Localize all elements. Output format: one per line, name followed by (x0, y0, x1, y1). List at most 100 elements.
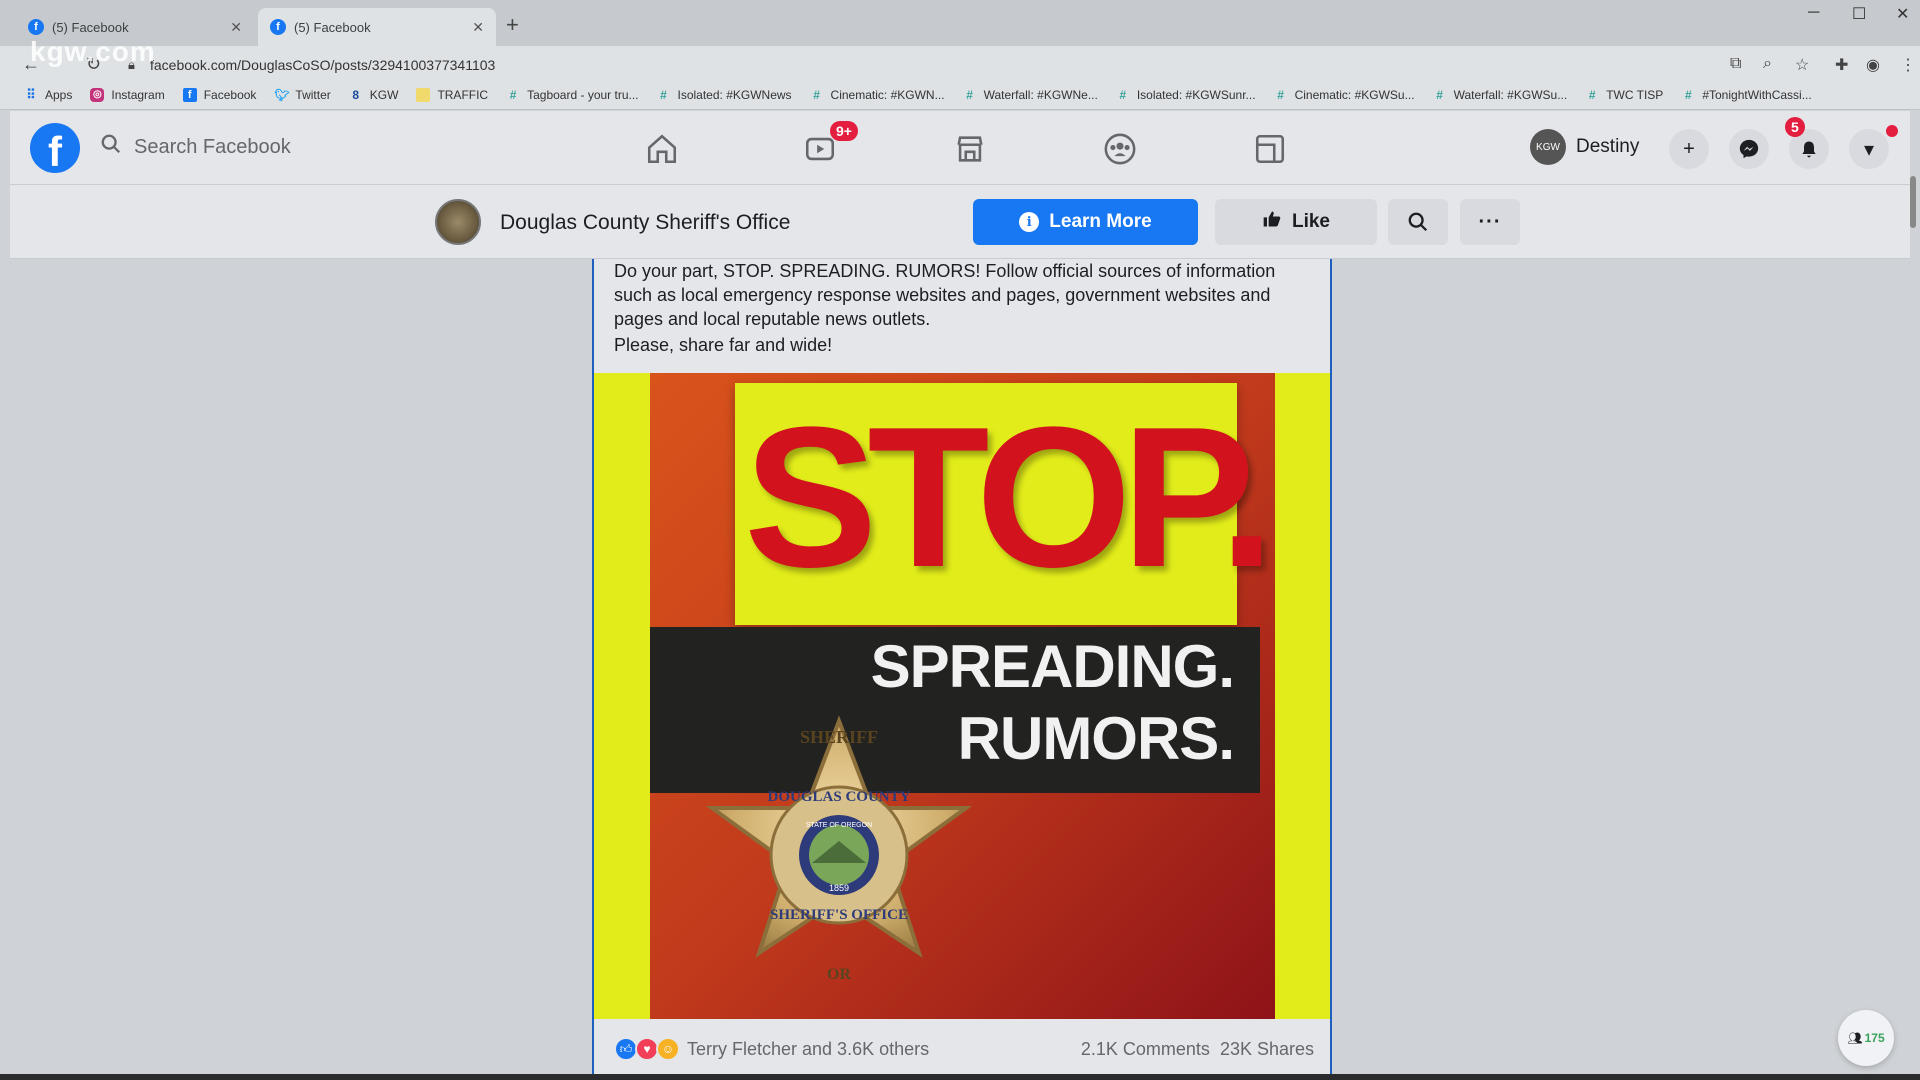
hashtag-icon: # (660, 87, 667, 102)
bookmark-item[interactable]: # #TonightWithCassi... (1681, 87, 1812, 102)
browser-toolbar: ← ↻ 🔒︎ facebook.com/DouglasCoSO/posts/32… (0, 46, 1920, 84)
create-icon[interactable]: + (1669, 129, 1709, 169)
search-input[interactable]: Search Facebook (100, 133, 291, 161)
marketplace-icon[interactable] (950, 131, 990, 167)
bookmark-item[interactable]: # Isolated: #KGWSunr... (1116, 87, 1256, 102)
minimize-icon[interactable]: ─ (1808, 4, 1819, 22)
badge-top-text: SHERIFF (800, 727, 878, 747)
bookmark-item[interactable]: # Cinematic: #KGWSu... (1274, 87, 1415, 102)
bookmark-label: Waterfall: #KGWNe... (983, 87, 1098, 102)
badge-year-text: 1859 (829, 883, 849, 893)
account-icon[interactable]: ◉ (1866, 55, 1880, 75)
bookmark-twitter[interactable]: 🐦︎ Twitter (274, 88, 330, 102)
search-icon (100, 133, 122, 161)
bookmark-label: Tagboard - your tru... (527, 87, 639, 102)
post-card: Do your part, STOP. SPREADING. RUMORS! F… (592, 259, 1332, 1074)
contacts-chat-button[interactable]: 👥︎ 175 (1838, 1010, 1894, 1066)
thumbs-up-icon (1262, 209, 1282, 235)
badge-ring-text: DOUGLAS COUNTY (768, 789, 911, 805)
extensions-icon[interactable]: ✚ (1835, 55, 1848, 75)
page-bar: Douglas County Sheriff's Office i Learn … (10, 185, 1910, 259)
open-external-icon[interactable]: ⧉ (1730, 55, 1741, 73)
badge-inner-text: STATE OF OREGON (806, 822, 872, 829)
facebook-favicon-icon: f (28, 19, 44, 35)
profile-name: Destiny (1576, 136, 1640, 157)
bottom-edge (0, 1074, 1920, 1080)
bookmark-item[interactable]: # Waterfall: #KGWSu... (1433, 87, 1568, 102)
reactions-summary[interactable]: 👍︎ ♥ ☺ (614, 1037, 680, 1061)
comments-count[interactable]: 2.1K Comments (1081, 1039, 1210, 1060)
hashtag-icon: # (1119, 87, 1127, 102)
badge-bottom-text: SHERIFF'S OFFICE (770, 907, 908, 923)
hashtag-icon: # (1436, 87, 1443, 102)
bookmark-label: Facebook (203, 87, 257, 102)
bookmark-label: #TonightWithCassi... (1702, 87, 1812, 102)
profile-button[interactable]: KGW Destiny (1530, 129, 1639, 165)
info-icon: i (1019, 212, 1040, 232)
bookmark-instagram[interactable]: ◎ Instagram (90, 87, 165, 102)
hashtag-icon: # (1684, 87, 1692, 102)
apps-icon: ⠿ (26, 86, 36, 102)
people-icon: 👥︎ (1847, 1031, 1863, 1045)
search-icon (1408, 212, 1428, 232)
home-icon[interactable] (642, 131, 682, 167)
folder-icon (416, 87, 431, 102)
page-name[interactable]: Douglas County Sheriff's Office (500, 211, 790, 235)
hashtag-icon: # (813, 87, 820, 102)
tab-title: (5) Facebook (52, 19, 129, 35)
learn-more-button[interactable]: i Learn More (973, 199, 1198, 245)
avatar: KGW (1530, 129, 1566, 165)
bookmark-label: Twitter (295, 87, 331, 102)
bookmark-label: Isolated: #KGWSunr... (1136, 87, 1256, 102)
more-options-button[interactable]: ··· (1460, 199, 1520, 245)
bookmark-facebook[interactable]: f Facebook (182, 87, 257, 102)
bookmark-star-icon[interactable]: ☆ (1795, 55, 1809, 75)
like-label: Like (1291, 211, 1331, 232)
post-footer: 👍︎ ♥ ☺ Terry Fletcher and 3.6K others 2.… (614, 1029, 1314, 1069)
close-tab-icon[interactable]: ✕ (472, 19, 484, 36)
post-text: Do your part, STOP. SPREADING. RUMORS! F… (614, 261, 1276, 329)
bookmark-item[interactable]: # Isolated: #KGWNews (657, 87, 791, 102)
bookmarks-bar: ⠿ Apps ◎ Instagram f Facebook 🐦︎ Twitter 8 KG… (0, 80, 1920, 110)
badge-state-text: OR (827, 966, 851, 983)
account-menu-icon[interactable]: ▾ (1849, 129, 1889, 169)
reactions-text[interactable]: Terry Fletcher and 3.6K others (687, 1039, 929, 1060)
image-headline: STOP. (744, 386, 1275, 609)
menu-icon[interactable]: ⋮ (1900, 55, 1916, 75)
maximize-icon[interactable]: ☐ (1852, 4, 1866, 24)
bookmark-kgw[interactable]: 8 KGW (349, 87, 399, 102)
bookmark-apps[interactable]: ⠿ Apps (24, 86, 72, 102)
bookmark-traffic[interactable]: TRAFFIC (416, 87, 488, 102)
scrollbar[interactable] (1910, 176, 1916, 228)
bookmark-item[interactable]: # Waterfall: #KGWNe... (963, 88, 1098, 102)
new-tab-icon[interactable]: + (506, 12, 519, 38)
bookmark-label: Waterfall: #KGWSu... (1453, 87, 1568, 102)
image-line-1: SPREADING. (870, 633, 1235, 700)
bookmark-item[interactable]: # Tagboard - your tru... (506, 87, 639, 102)
facebook-logo-icon[interactable]: f (30, 123, 80, 173)
messenger-icon[interactable] (1729, 129, 1769, 169)
groups-icon[interactable] (1100, 131, 1140, 167)
bookmark-label: Cinematic: #KGWSu... (1294, 87, 1415, 102)
page-search-button[interactable] (1388, 199, 1448, 245)
chat-count: 175 (1864, 1031, 1885, 1045)
bookmark-item[interactable]: # TWC TISP (1585, 88, 1663, 102)
bookmark-item[interactable]: # Cinematic: #KGWN... (810, 87, 944, 102)
left-edge (0, 111, 10, 1074)
page-avatar[interactable] (435, 199, 481, 245)
twitter-icon: 🐦︎ (274, 87, 290, 102)
address-bar[interactable]: facebook.com/DouglasCoSO/posts/329410037… (150, 57, 495, 73)
zoom-icon[interactable]: ⌕ (1763, 55, 1772, 73)
post-image[interactable]: STOP. SPREADING. RUMORS. SHERIFF DOUGLAS… (594, 373, 1330, 1019)
close-window-icon[interactable]: ✕ (1896, 4, 1909, 24)
browser-tab-2[interactable]: f (5) Facebook ✕ (258, 8, 496, 46)
shares-count[interactable]: 23K Shares (1220, 1039, 1314, 1060)
facebook-header: f Search Facebook 9+ KGW Destiny + 5 ▾ (10, 111, 1910, 185)
care-reaction-icon: ☺ (656, 1037, 680, 1061)
like-page-button[interactable]: Like (1215, 199, 1377, 245)
tab-title: (5) Facebook (294, 19, 371, 35)
gaming-icon[interactable] (1250, 131, 1290, 167)
tab-strip: f (5) Facebook ✕ f (5) Facebook ✕ + ─ ☐ … (0, 0, 1920, 46)
bookmark-label: KGW (369, 87, 399, 102)
close-tab-icon[interactable]: ✕ (230, 19, 242, 36)
